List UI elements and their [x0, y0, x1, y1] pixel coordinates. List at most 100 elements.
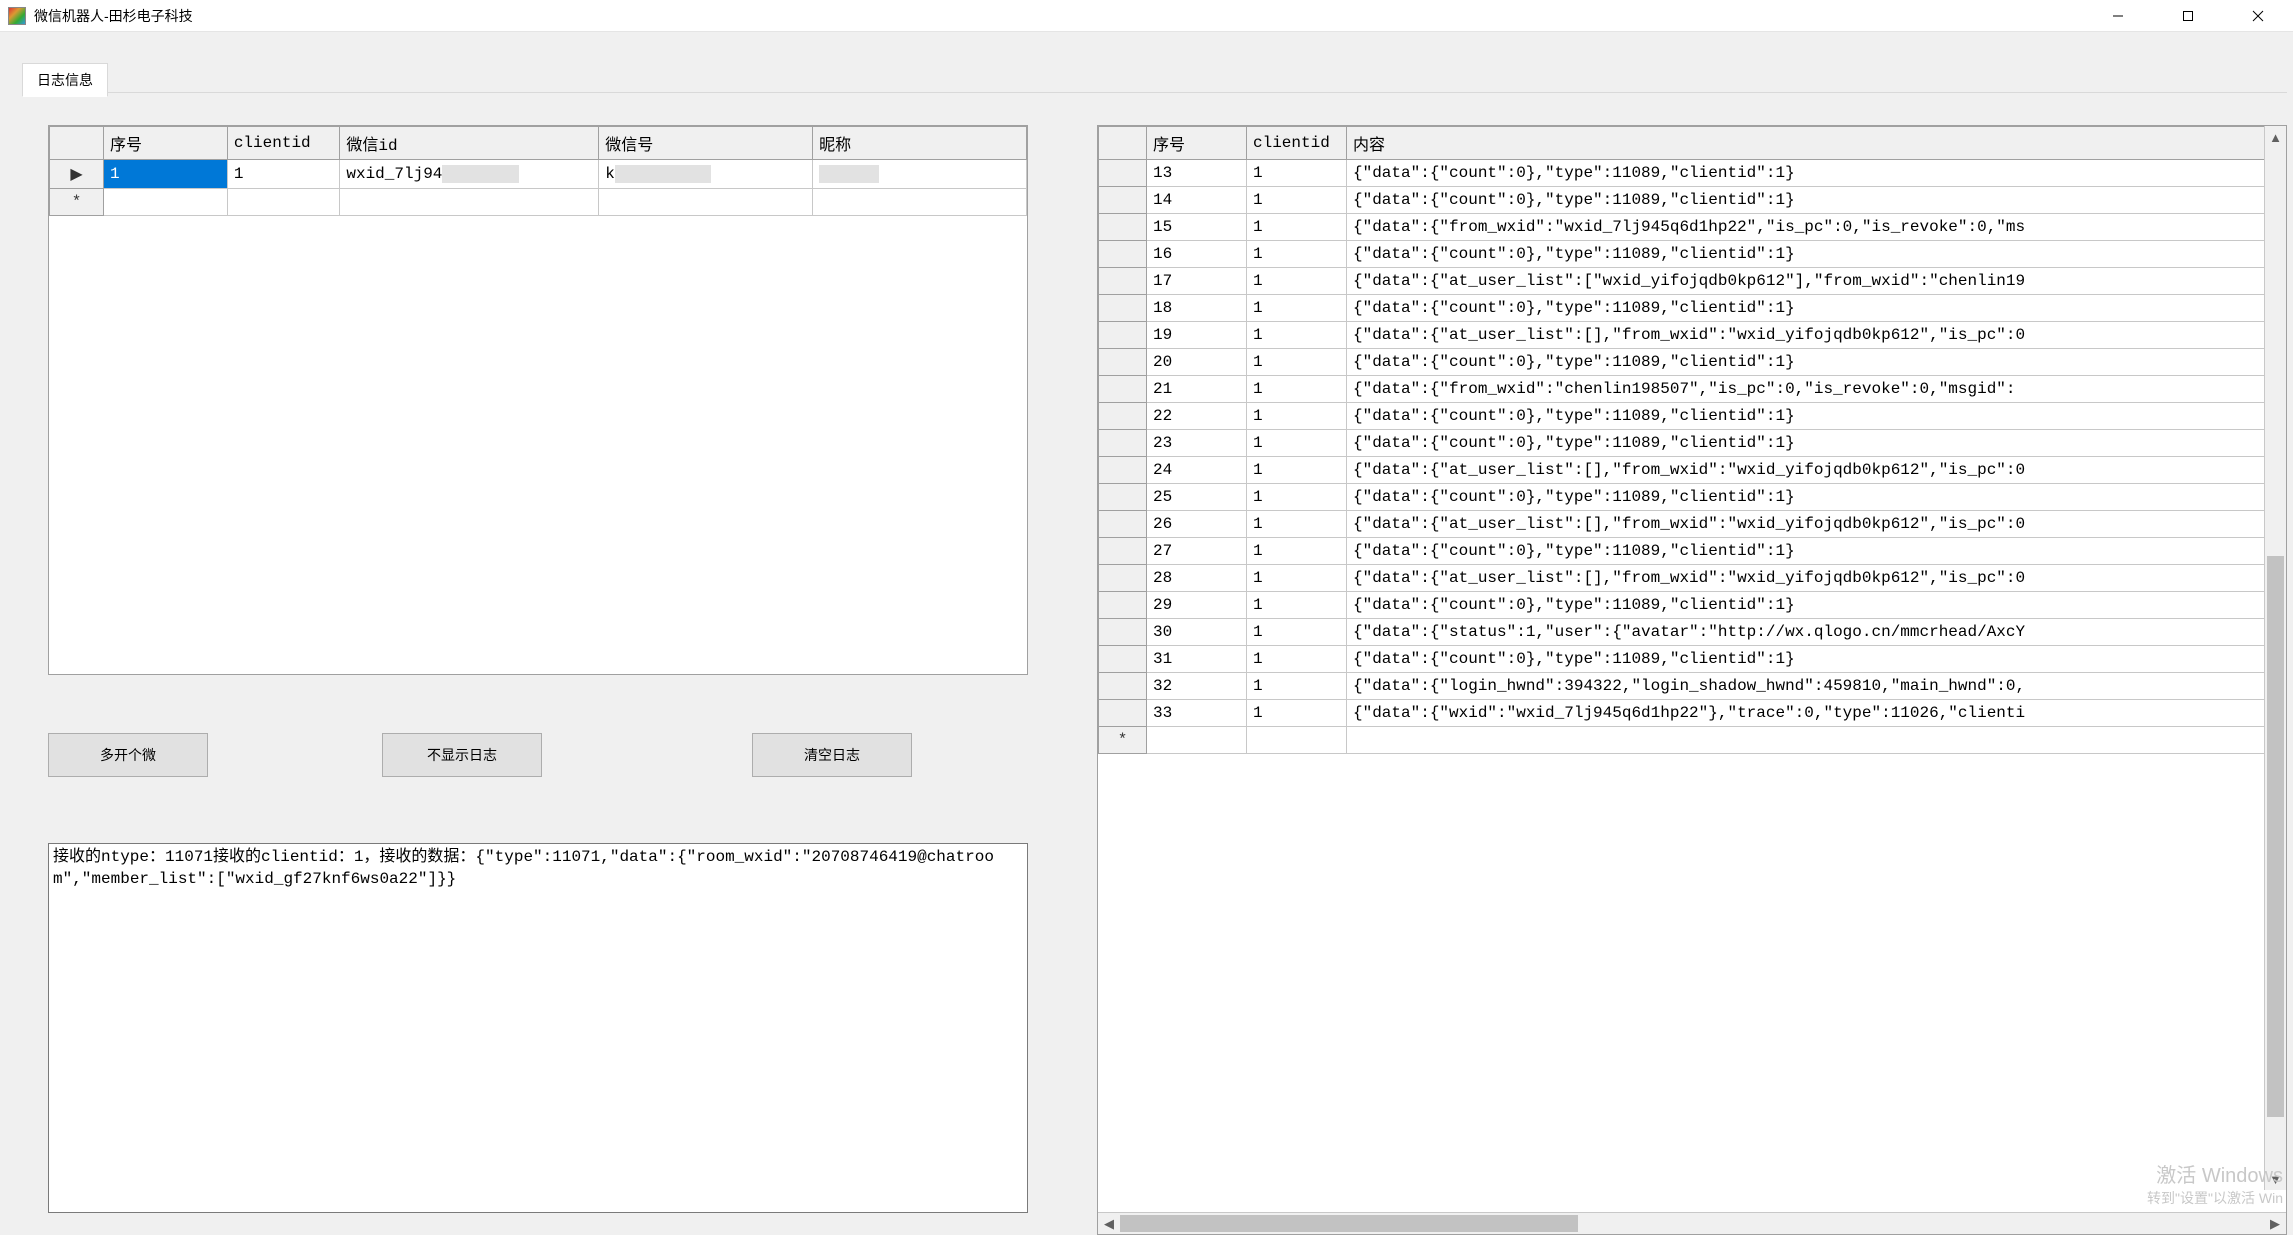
col-wxid[interactable]: 微信id	[340, 127, 599, 160]
table-row[interactable]: 221{"data":{"count":0},"type":11089,"cli…	[1099, 403, 2286, 430]
cell-seq[interactable]: 25	[1147, 484, 1247, 511]
horizontal-scrollbar[interactable]: ◀ ▶	[1098, 1212, 2286, 1234]
table-row[interactable]: 261{"data":{"at_user_list":[],"from_wxid…	[1099, 511, 2286, 538]
scroll-left-icon[interactable]: ◀	[1098, 1216, 1120, 1232]
table-row[interactable]: 171{"data":{"at_user_list":["wxid_yifojq…	[1099, 268, 2286, 295]
cell-seq[interactable]: 17	[1147, 268, 1247, 295]
scroll-thumb[interactable]	[1120, 1215, 1578, 1232]
table-row[interactable]: 311{"data":{"count":0},"type":11089,"cli…	[1099, 646, 2286, 673]
cell-content[interactable]: {"data":{"count":0},"type":11089,"client…	[1347, 430, 2286, 457]
table-row[interactable]: 201{"data":{"count":0},"type":11089,"cli…	[1099, 349, 2286, 376]
cell-clientid[interactable]: 1	[1247, 673, 1347, 700]
cell-seq[interactable]: 13	[1147, 160, 1247, 187]
col-wxno[interactable]: 微信号	[599, 127, 813, 160]
cell-content[interactable]: {"data":{"at_user_list":["wxid_yifojqdb0…	[1347, 268, 2286, 295]
cell-seq[interactable]: 28	[1147, 565, 1247, 592]
cell-seq[interactable]: 19	[1147, 322, 1247, 349]
cell-seq[interactable]: 24	[1147, 457, 1247, 484]
cell-clientid[interactable]: 1	[1247, 646, 1347, 673]
cell-seq[interactable]: 20	[1147, 349, 1247, 376]
cell-clientid[interactable]: 1	[1247, 187, 1347, 214]
cell-content[interactable]: {"data":{"count":0},"type":11089,"client…	[1347, 160, 2286, 187]
cell-clientid[interactable]: 1	[1247, 349, 1347, 376]
clear-log-button[interactable]: 清空日志	[752, 733, 912, 777]
table-row[interactable]: 151{"data":{"from_wxid":"wxid_7lj945q6d1…	[1099, 214, 2286, 241]
table-row[interactable]: 181{"data":{"count":0},"type":11089,"cli…	[1099, 295, 2286, 322]
table-row[interactable]: 241{"data":{"at_user_list":[],"from_wxid…	[1099, 457, 2286, 484]
cell-seq[interactable]: 21	[1147, 376, 1247, 403]
table-row[interactable]: 191{"data":{"at_user_list":[],"from_wxid…	[1099, 322, 2286, 349]
cell-content[interactable]: {"data":{"count":0},"type":11089,"client…	[1347, 187, 2286, 214]
cell-clientid[interactable]: 1	[1247, 619, 1347, 646]
cell-content[interactable]: {"data":{"from_wxid":"wxid_7lj945q6d1hp2…	[1347, 214, 2286, 241]
cell-clientid[interactable]: 1	[1247, 511, 1347, 538]
table-row[interactable]: 271{"data":{"count":0},"type":11089,"cli…	[1099, 538, 2286, 565]
tab-log-info[interactable]: 日志信息	[22, 63, 108, 97]
left-datagrid[interactable]: 序号 clientid 微信id 微信号 昵称 ▶11wxid_7lj94xxx…	[48, 125, 1028, 675]
maximize-button[interactable]	[2153, 0, 2223, 32]
table-row[interactable]: 301{"data":{"status":1,"user":{"avatar":…	[1099, 619, 2286, 646]
table-row[interactable]: 331{"data":{"wxid":"wxid_7lj945q6d1hp22"…	[1099, 700, 2286, 727]
cell-seq[interactable]: 16	[1147, 241, 1247, 268]
table-row[interactable]: 141{"data":{"count":0},"type":11089,"cli…	[1099, 187, 2286, 214]
col-clientid[interactable]: clientid	[227, 127, 340, 160]
minimize-button[interactable]	[2083, 0, 2153, 32]
vertical-scrollbar[interactable]: ▲ ▼	[2264, 126, 2286, 1190]
cell-content[interactable]: {"data":{"from_wxid":"chenlin198507","is…	[1347, 376, 2286, 403]
cell-clientid[interactable]: 1	[1247, 700, 1347, 727]
cell-content[interactable]: {"data":{"wxid":"wxid_7lj945q6d1hp22"},"…	[1347, 700, 2286, 727]
hide-log-button[interactable]: 不显示日志	[382, 733, 542, 777]
cell-content[interactable]: {"data":{"login_hwnd":394322,"login_shad…	[1347, 673, 2286, 700]
cell-seq[interactable]: 23	[1147, 430, 1247, 457]
cell-nick[interactable]: xxx	[813, 160, 1027, 189]
table-row[interactable]: 231{"data":{"count":0},"type":11089,"cli…	[1099, 430, 2286, 457]
col-seq[interactable]: 序号	[104, 127, 228, 160]
col-seq[interactable]: 序号	[1147, 127, 1247, 160]
scroll-up-icon[interactable]: ▲	[2265, 126, 2286, 148]
table-row[interactable]: 291{"data":{"count":0},"type":11089,"cli…	[1099, 592, 2286, 619]
table-row[interactable]: 251{"data":{"count":0},"type":11089,"cli…	[1099, 484, 2286, 511]
cell-seq[interactable]: 31	[1147, 646, 1247, 673]
cell-clientid[interactable]: 1	[1247, 484, 1347, 511]
cell-clientid[interactable]: 1	[1247, 565, 1347, 592]
cell-seq[interactable]: 27	[1147, 538, 1247, 565]
cell-content[interactable]: {"data":{"count":0},"type":11089,"client…	[1347, 349, 2286, 376]
cell-clientid[interactable]: 1	[1247, 592, 1347, 619]
col-content[interactable]: 内容	[1347, 127, 2286, 160]
cell-content[interactable]: {"data":{"count":0},"type":11089,"client…	[1347, 484, 2286, 511]
cell-seq[interactable]: 30	[1147, 619, 1247, 646]
table-row[interactable]: 161{"data":{"count":0},"type":11089,"cli…	[1099, 241, 2286, 268]
table-row[interactable]: ▶11wxid_7lj94xxxxxxxxkxxxxxxxxxxxxx	[50, 160, 1027, 189]
table-row[interactable]: 211{"data":{"from_wxid":"chenlin198507",…	[1099, 376, 2286, 403]
cell-seq[interactable]: 22	[1147, 403, 1247, 430]
cell-wxno[interactable]: kxxxxxxxxxx	[599, 160, 813, 189]
scroll-down-icon[interactable]: ▼	[2265, 1168, 2286, 1190]
cell-seq[interactable]: 15	[1147, 214, 1247, 241]
cell-clientid[interactable]: 1	[1247, 160, 1347, 187]
cell-seq[interactable]: 26	[1147, 511, 1247, 538]
cell-content[interactable]: {"data":{"at_user_list":[],"from_wxid":"…	[1347, 457, 2286, 484]
cell-seq[interactable]: 33	[1147, 700, 1247, 727]
cell-content[interactable]: {"data":{"count":0},"type":11089,"client…	[1347, 646, 2286, 673]
new-row[interactable]: *	[1099, 727, 2286, 754]
cell-clientid[interactable]: 1	[1247, 430, 1347, 457]
cell-content[interactable]: {"data":{"at_user_list":[],"from_wxid":"…	[1347, 322, 2286, 349]
right-datagrid[interactable]: 序号 clientid 内容 131{"data":{"count":0},"t…	[1097, 125, 2287, 1235]
cell-seq[interactable]: 32	[1147, 673, 1247, 700]
cell-content[interactable]: {"data":{"count":0},"type":11089,"client…	[1347, 403, 2286, 430]
multi-open-button[interactable]: 多开个微	[48, 733, 208, 777]
cell-clientid[interactable]: 1	[1247, 268, 1347, 295]
cell-content[interactable]: {"data":{"count":0},"type":11089,"client…	[1347, 241, 2286, 268]
cell-clientid[interactable]: 1	[1247, 538, 1347, 565]
cell-seq[interactable]: 14	[1147, 187, 1247, 214]
new-row[interactable]: *	[50, 189, 1027, 216]
scroll-thumb[interactable]	[2267, 556, 2284, 1117]
cell-clientid[interactable]: 1	[1247, 457, 1347, 484]
cell-content[interactable]: {"data":{"at_user_list":[],"from_wxid":"…	[1347, 565, 2286, 592]
table-row[interactable]: 281{"data":{"at_user_list":[],"from_wxid…	[1099, 565, 2286, 592]
titlebar[interactable]: 微信机器人-田杉电子科技	[0, 0, 2293, 32]
cell-clientid[interactable]: 1	[1247, 322, 1347, 349]
cell-content[interactable]: {"data":{"count":0},"type":11089,"client…	[1347, 295, 2286, 322]
cell-content[interactable]: {"data":{"count":0},"type":11089,"client…	[1347, 592, 2286, 619]
cell-seq[interactable]: 29	[1147, 592, 1247, 619]
